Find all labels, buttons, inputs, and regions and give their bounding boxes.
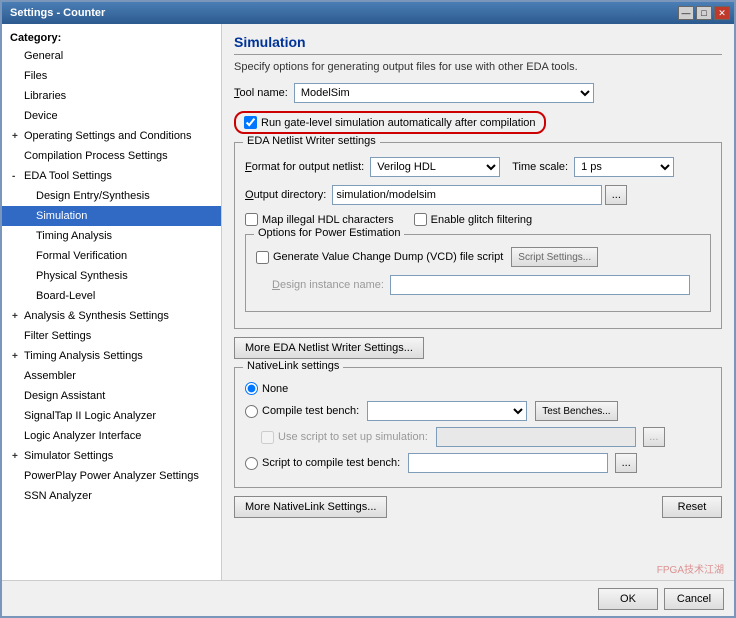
enable-glitch-label[interactable]: Enable glitch filtering	[414, 213, 533, 226]
sidebar-item-timing-analysis[interactable]: Timing Analysis	[2, 226, 221, 246]
tool-name-row: Tool name: ModelSim VCS NCSim	[234, 83, 722, 103]
none-label[interactable]: None	[245, 382, 288, 395]
native-group-title: NativeLink settings	[243, 360, 343, 372]
use-script-row: Use script to set up simulation: ...	[261, 427, 711, 447]
use-script-browse-button[interactable]: ...	[643, 427, 665, 447]
script-compile-label[interactable]: Script to compile test bench:	[245, 457, 400, 470]
generate-vcd-checkbox[interactable]	[256, 251, 269, 264]
native-group-content: None Compile test bench: Test Benches...	[245, 376, 711, 473]
design-instance-row: Design instance name:	[256, 275, 700, 295]
sidebar-item-device[interactable]: Device	[2, 106, 221, 126]
panel-title: Simulation	[234, 34, 722, 55]
use-script-checkbox[interactable]	[261, 431, 274, 444]
sidebar-item-files[interactable]: Files	[2, 66, 221, 86]
script-compile-input[interactable]	[408, 453, 608, 473]
sidebar-item-timing-analysis-settings[interactable]: +Timing Analysis Settings	[2, 346, 221, 366]
enable-glitch-checkbox[interactable]	[414, 213, 427, 226]
tool-name-label: Tool name:	[234, 87, 288, 99]
script-compile-radio[interactable]	[245, 457, 258, 470]
titlebar: Settings - Counter — □ ✕	[2, 2, 734, 24]
bottom-bar: OK Cancel	[2, 580, 734, 616]
panel-description: Specify options for generating output fi…	[234, 61, 722, 73]
run-gate-level-checkbox[interactable]	[244, 116, 257, 129]
reset-button[interactable]: Reset	[662, 496, 722, 518]
sidebar-item-libraries[interactable]: Libraries	[2, 86, 221, 106]
compile-bench-label[interactable]: Compile test bench:	[245, 405, 359, 418]
more-eda-row: More EDA Netlist Writer Settings...	[234, 337, 722, 359]
test-benches-button[interactable]: Test Benches...	[535, 401, 617, 421]
sidebar-item-general[interactable]: General	[2, 46, 221, 66]
sidebar-item-analysis-synthesis[interactable]: +Analysis & Synthesis Settings	[2, 306, 221, 326]
power-group-content: Generate Value Change Dump (VCD) file sc…	[256, 247, 700, 295]
map-illegal-label[interactable]: Map illegal HDL characters	[245, 213, 394, 226]
eda-group-title: EDA Netlist Writer settings	[243, 135, 380, 147]
generate-vcd-label[interactable]: Generate Value Change Dump (VCD) file sc…	[256, 251, 503, 264]
more-eda-button[interactable]: More EDA Netlist Writer Settings...	[234, 337, 424, 359]
compile-bench-row: Compile test bench: Test Benches...	[245, 401, 711, 421]
window-title: Settings - Counter	[6, 7, 105, 19]
sidebar-item-formal-verification[interactable]: Formal Verification	[2, 246, 221, 266]
sidebar-item-assembler[interactable]: Assembler	[2, 366, 221, 386]
close-button[interactable]: ✕	[714, 6, 730, 20]
output-dir-browse-button[interactable]: ...	[605, 185, 627, 205]
sidebar-item-design-entry[interactable]: Design Entry/Synthesis	[2, 186, 221, 206]
compile-bench-select[interactable]	[367, 401, 527, 421]
native-group: NativeLink settings None Compile test b	[234, 367, 722, 488]
none-radio[interactable]	[245, 382, 258, 395]
script-compile-row: Script to compile test bench: ...	[245, 453, 711, 473]
none-radio-row: None	[245, 382, 711, 395]
sidebar-item-physical-synthesis[interactable]: Physical Synthesis	[2, 266, 221, 286]
format-row: Format for output netlist: Verilog HDL V…	[245, 157, 711, 177]
sidebar-item-eda[interactable]: -EDA Tool Settings	[2, 166, 221, 186]
use-script-label[interactable]: Use script to set up simulation:	[261, 431, 428, 444]
ok-button[interactable]: OK	[598, 588, 658, 610]
sidebar-item-signaltap[interactable]: SignalTap II Logic Analyzer	[2, 406, 221, 426]
bottom-actions-row: More NativeLink Settings... Reset	[234, 496, 722, 518]
generate-vcd-row: Generate Value Change Dump (VCD) file sc…	[256, 247, 700, 267]
script-settings-button[interactable]: Script Settings...	[511, 247, 598, 267]
main-content: Category: GeneralFilesLibrariesDevice+Op…	[2, 24, 734, 580]
map-illegal-checkbox[interactable]	[245, 213, 258, 226]
cancel-button[interactable]: Cancel	[664, 588, 724, 610]
sidebar-item-board-level[interactable]: Board-Level	[2, 286, 221, 306]
power-group-title: Options for Power Estimation	[254, 227, 404, 239]
sidebar-item-compilation[interactable]: Compilation Process Settings	[2, 146, 221, 166]
sidebar: Category: GeneralFilesLibrariesDevice+Op…	[2, 24, 222, 580]
format-select[interactable]: Verilog HDL VHDL	[370, 157, 500, 177]
timescale-select[interactable]: 1 ps 10 ps 1 ns	[574, 157, 674, 177]
script-compile-browse-button[interactable]: ...	[615, 453, 637, 473]
sidebar-item-logic-analyzer[interactable]: Logic Analyzer Interface	[2, 426, 221, 446]
compile-bench-radio[interactable]	[245, 405, 258, 418]
run-gate-level-label[interactable]: Run gate-level simulation automatically …	[244, 116, 536, 129]
sidebar-item-design-assistant[interactable]: Design Assistant	[2, 386, 221, 406]
format-label: Format for output netlist:	[245, 161, 364, 173]
eda-group: EDA Netlist Writer settings Format for o…	[234, 142, 722, 329]
category-tree: GeneralFilesLibrariesDevice+Operating Se…	[2, 46, 221, 506]
sidebar-item-powerplay[interactable]: PowerPlay Power Analyzer Settings	[2, 466, 221, 486]
output-dir-input[interactable]	[332, 185, 602, 205]
tool-name-select[interactable]: ModelSim VCS NCSim	[294, 83, 594, 103]
minimize-button[interactable]: —	[678, 6, 694, 20]
maximize-button[interactable]: □	[696, 6, 712, 20]
sidebar-item-simulator[interactable]: +Simulator Settings	[2, 446, 221, 466]
timescale-label: Time scale:	[512, 161, 568, 173]
sidebar-item-operating[interactable]: +Operating Settings and Conditions	[2, 126, 221, 146]
category-label: Category:	[2, 28, 221, 46]
output-dir-row: Output directory: ...	[245, 185, 711, 205]
options-checkboxes-row: Map illegal HDL characters Enable glitch…	[245, 213, 711, 226]
run-gate-level-container: Run gate-level simulation automatically …	[234, 111, 546, 134]
main-panel: Simulation Specify options for generatin…	[222, 24, 734, 580]
sidebar-item-simulation[interactable]: Simulation	[2, 206, 221, 226]
design-instance-label: Design instance name:	[272, 279, 384, 291]
design-instance-input[interactable]	[390, 275, 690, 295]
use-script-input[interactable]	[436, 427, 636, 447]
power-group: Options for Power Estimation Generate Va…	[245, 234, 711, 312]
output-dir-label: Output directory:	[245, 189, 326, 201]
sidebar-item-filter[interactable]: Filter Settings	[2, 326, 221, 346]
sidebar-item-ssn[interactable]: SSN Analyzer	[2, 486, 221, 506]
titlebar-buttons: — □ ✕	[678, 6, 730, 20]
more-native-button[interactable]: More NativeLink Settings...	[234, 496, 387, 518]
settings-window: Settings - Counter — □ ✕ Category: Gener…	[0, 0, 736, 618]
